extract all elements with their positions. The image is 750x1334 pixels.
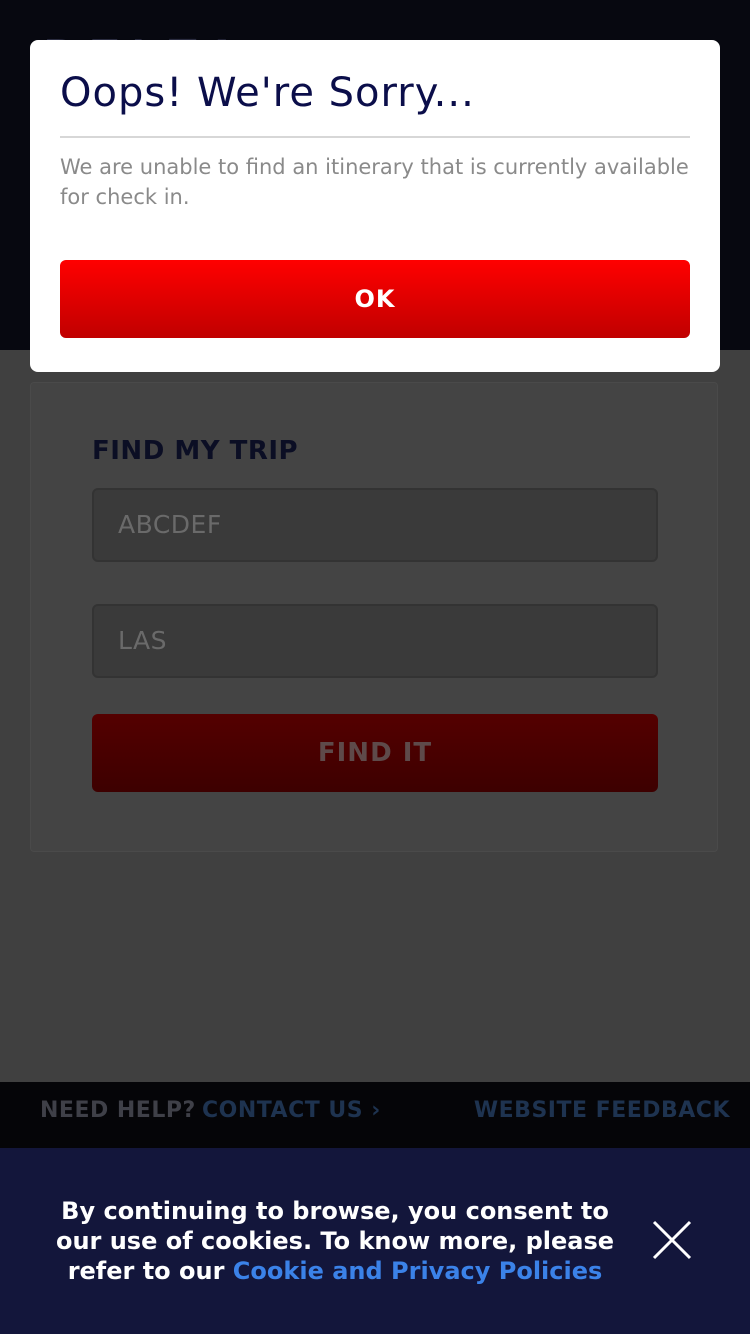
close-icon[interactable] bbox=[652, 1220, 692, 1260]
confirmation-number-field[interactable]: ABCDEF bbox=[92, 488, 658, 562]
airport-field[interactable]: LAS bbox=[92, 604, 658, 678]
contact-us-link[interactable]: CONTACT US › bbox=[202, 1098, 381, 1123]
dialog-message: We are unable to find an itinerary that … bbox=[60, 155, 689, 209]
cookie-policy-link[interactable]: Cookie and Privacy Policies bbox=[233, 1257, 603, 1285]
dialog-title: Oops! We're Sorry... bbox=[60, 70, 475, 116]
dialog-divider bbox=[60, 136, 690, 138]
ok-button[interactable]: OK bbox=[60, 260, 690, 338]
cookie-message: By continuing to browse, you consent to … bbox=[40, 1196, 630, 1286]
chevron-right-icon: › bbox=[371, 1098, 381, 1123]
find-it-button[interactable]: FIND IT bbox=[92, 714, 658, 792]
need-help-label: NEED HELP? bbox=[40, 1098, 196, 1123]
contact-us-label: CONTACT US bbox=[202, 1098, 364, 1123]
error-dialog: Oops! We're Sorry... We are unable to fi… bbox=[30, 40, 720, 372]
website-feedback-link[interactable]: WEBSITE FEEDBACK bbox=[474, 1098, 730, 1123]
find-trip-title: FIND MY TRIP bbox=[92, 436, 299, 466]
